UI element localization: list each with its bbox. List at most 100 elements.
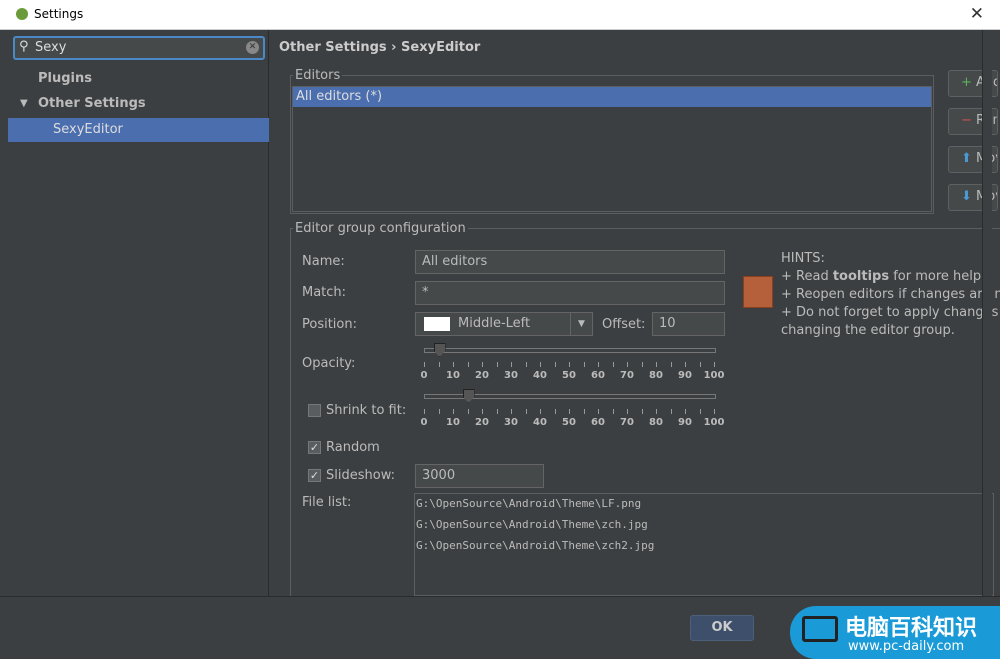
tick-label: 30 bbox=[504, 370, 518, 381]
tick-label: 10 bbox=[446, 370, 460, 381]
scrollbar[interactable] bbox=[982, 30, 992, 596]
watermark-logo: 电脑百科知识 www.pc-daily.com bbox=[790, 606, 1000, 659]
slideshow-checkbox[interactable]: ✓ bbox=[308, 469, 321, 482]
position-select[interactable]: Middle-Left ▼ bbox=[415, 312, 593, 336]
title-bar: Settings ✕ bbox=[0, 0, 1000, 30]
file-item[interactable]: G:\OpenSource\Android\Theme\LF.png bbox=[416, 497, 992, 518]
hint-line: + Do not forget to apply changes bbox=[781, 305, 999, 320]
tick-mark bbox=[685, 362, 686, 367]
tick-mark bbox=[714, 362, 715, 367]
tick-mark bbox=[496, 409, 498, 414]
search-value: Sexy bbox=[35, 40, 67, 55]
tree-item-sexyeditor[interactable]: SexyEditor bbox=[8, 118, 269, 142]
tick-label: 50 bbox=[562, 417, 576, 428]
slideshow-input[interactable]: 3000 bbox=[415, 464, 544, 488]
opacity-ticks: 0 10 20 30 40 50 60 70 80 90 100 bbox=[420, 362, 725, 384]
tick-label: 60 bbox=[591, 370, 605, 381]
file-item[interactable]: G:\OpenSource\Android\Theme\zch2.jpg bbox=[416, 539, 992, 560]
tick-mark bbox=[511, 362, 512, 367]
match-input[interactable]: * bbox=[415, 281, 725, 305]
shrink-checkbox[interactable] bbox=[308, 404, 321, 417]
tick-label: 70 bbox=[620, 417, 634, 428]
clear-icon[interactable]: ✕ bbox=[246, 41, 259, 54]
breadcrumb: Other Settings › SexyEditor bbox=[279, 40, 481, 55]
hint-text: for more help. bbox=[889, 269, 986, 284]
tick-label: 90 bbox=[678, 370, 692, 381]
tick-label: 100 bbox=[703, 417, 725, 428]
tick-mark bbox=[612, 362, 614, 367]
tick-mark bbox=[598, 362, 599, 367]
shrink-slider[interactable] bbox=[424, 389, 716, 403]
tick-mark bbox=[699, 409, 701, 414]
tick-mark bbox=[525, 362, 527, 367]
tick-label: 40 bbox=[533, 417, 547, 428]
position-preview-icon bbox=[424, 317, 450, 331]
expand-arrow-icon[interactable]: ▼ bbox=[20, 92, 28, 116]
hint-line: + Reopen editors if changes are not bbox=[781, 287, 1000, 302]
random-checkbox[interactable]: ✓ bbox=[308, 441, 321, 454]
tick-label: 100 bbox=[703, 370, 725, 381]
tick-mark bbox=[438, 362, 440, 367]
arrow-down-icon: ⬇ bbox=[961, 189, 972, 204]
close-icon[interactable]: ✕ bbox=[970, 4, 984, 24]
tick-mark bbox=[540, 409, 541, 414]
file-list-label: File list: bbox=[302, 495, 352, 510]
tick-mark bbox=[612, 409, 614, 414]
tick-mark bbox=[641, 362, 643, 367]
opacity-label: Opacity: bbox=[302, 356, 356, 371]
tick-label: 80 bbox=[649, 417, 663, 428]
tick-mark bbox=[670, 362, 672, 367]
watermark-text: 电脑百科知识 bbox=[845, 616, 978, 641]
offset-label: Offset: bbox=[602, 317, 646, 332]
tick-mark bbox=[496, 362, 498, 367]
name-input[interactable]: All editors bbox=[415, 250, 725, 274]
list-item[interactable]: All editors (*) bbox=[293, 87, 931, 107]
tick-label: 0 bbox=[420, 417, 428, 428]
random-label: Random bbox=[326, 440, 380, 455]
ok-button[interactable]: OK bbox=[690, 615, 754, 641]
tree-item-plugins[interactable]: Plugins bbox=[38, 67, 92, 91]
name-label: Name: bbox=[302, 254, 345, 269]
tick-mark bbox=[670, 409, 672, 414]
window-title: Settings bbox=[34, 7, 84, 21]
tick-mark bbox=[467, 409, 469, 414]
offset-input[interactable]: 10 bbox=[652, 312, 725, 336]
tick-mark bbox=[627, 362, 628, 367]
tick-mark bbox=[699, 362, 701, 367]
editors-legend: Editors bbox=[295, 68, 341, 83]
plus-icon: + bbox=[961, 75, 972, 90]
tick-mark bbox=[583, 409, 585, 414]
config-legend: Editor group configuration bbox=[295, 221, 466, 236]
opacity-slider[interactable] bbox=[424, 343, 716, 357]
tick-mark bbox=[714, 409, 715, 414]
match-label: Match: bbox=[302, 285, 347, 300]
shrink-label: Shrink to fit: bbox=[326, 403, 407, 418]
monitor-icon bbox=[802, 616, 838, 642]
hints-title: HINTS: bbox=[781, 251, 825, 266]
tree-item-other-settings[interactable]: Other Settings bbox=[38, 92, 146, 116]
chevron-down-icon[interactable]: ▼ bbox=[570, 313, 592, 335]
tick-label: 50 bbox=[562, 370, 576, 381]
tick-label: 0 bbox=[420, 370, 428, 381]
avatar-icon bbox=[743, 276, 773, 308]
hint-text: + Read bbox=[781, 269, 833, 284]
main-panel: Other Settings › SexyEditor Editors All … bbox=[270, 30, 1000, 611]
tick-mark bbox=[540, 362, 541, 367]
minus-icon: − bbox=[961, 113, 972, 128]
tick-label: 20 bbox=[475, 417, 489, 428]
slideshow-label: Slideshow: bbox=[326, 468, 395, 483]
file-list[interactable]: G:\OpenSource\Android\Theme\LF.png G:\Op… bbox=[414, 493, 994, 596]
tick-mark bbox=[511, 409, 512, 414]
tick-mark bbox=[627, 409, 628, 414]
sidebar: ⚲ Sexy ✕ Plugins ▼ Other Settings SexyEd… bbox=[8, 30, 269, 596]
search-input[interactable]: ⚲ Sexy ✕ bbox=[13, 36, 265, 60]
tick-mark bbox=[598, 409, 599, 414]
tick-mark bbox=[525, 409, 527, 414]
tick-mark bbox=[656, 409, 657, 414]
tick-mark bbox=[424, 362, 425, 367]
hints: HINTS: + Read tooltips for more help. + … bbox=[781, 250, 1000, 340]
file-item[interactable]: G:\OpenSource\Android\Theme\zch.jpg bbox=[416, 518, 992, 539]
tick-mark bbox=[641, 409, 643, 414]
editors-list[interactable]: All editors (*) bbox=[292, 86, 932, 212]
tick-label: 70 bbox=[620, 370, 634, 381]
